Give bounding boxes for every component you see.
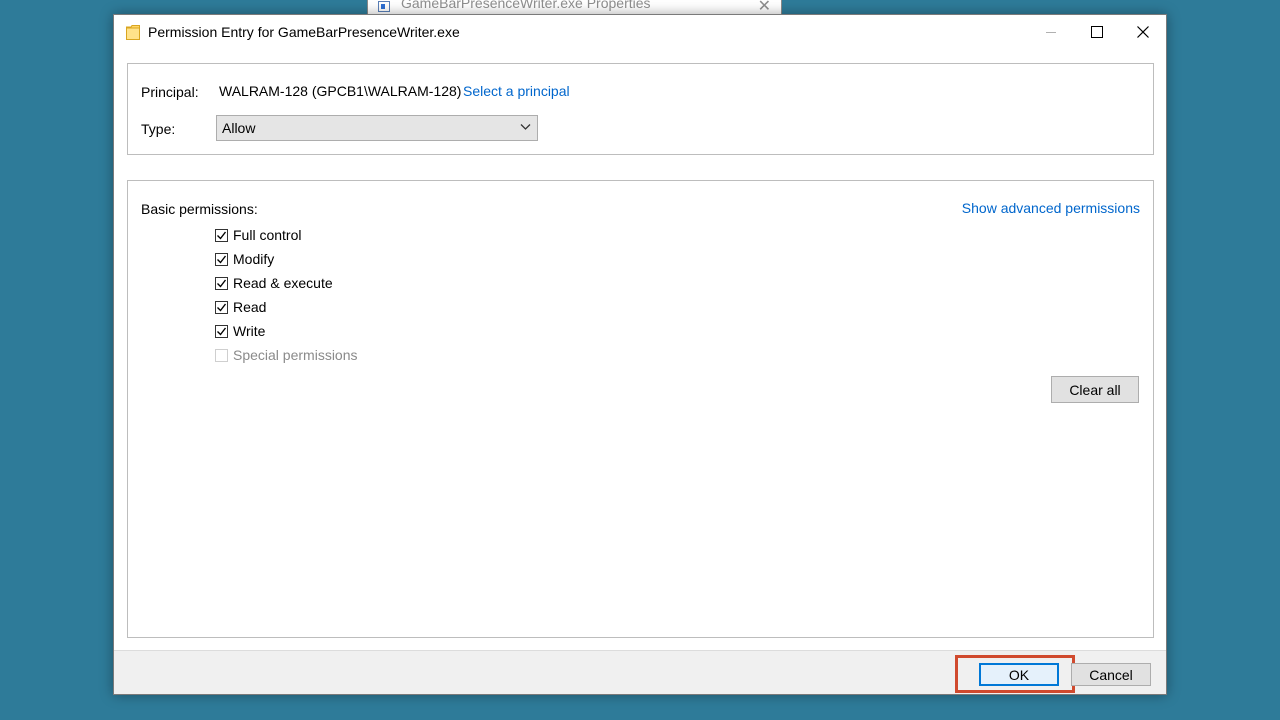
properties-window-icon [378,1,390,12]
checkmark-icon [217,303,227,312]
clear-all-button[interactable]: Clear all [1051,376,1139,403]
checkbox[interactable] [215,300,228,314]
folder-icon [126,25,140,40]
dialog-footer: OK Cancel [114,650,1166,694]
select-principal-link[interactable]: Select a principal [463,83,570,99]
dialog-title: Permission Entry for GameBarPresenceWrit… [148,24,460,40]
title-bar[interactable]: Permission Entry for GameBarPresenceWrit… [114,15,1166,49]
principal-group: Principal: WALRAM-128 (GPCB1\WALRAM-128)… [127,63,1154,155]
permission-entry-dialog: Permission Entry for GameBarPresenceWrit… [113,14,1167,695]
checkbox-disabled [215,348,228,362]
content-area: Principal: WALRAM-128 (GPCB1\WALRAM-128)… [114,49,1166,650]
principal-value: WALRAM-128 (GPCB1\WALRAM-128) [219,83,462,99]
ok-button[interactable]: OK [979,663,1059,686]
checkmark-icon [217,255,227,264]
type-selected-value: Allow [222,120,256,136]
permissions-group: Basic permissions: Show advanced permiss… [127,180,1154,638]
permission-full-control[interactable]: Full control [215,226,301,244]
permission-modify[interactable]: Modify [215,250,274,268]
checkbox[interactable] [215,252,228,266]
type-label: Type: [141,121,176,137]
minimize-icon [1046,31,1056,33]
maximize-icon [1091,26,1103,38]
chevron-down-icon [520,124,531,130]
permission-label: Full control [233,227,302,243]
type-dropdown[interactable]: Allow [216,115,538,141]
cancel-button[interactable]: Cancel [1071,663,1151,686]
minimize-button [1028,15,1074,49]
permission-read-execute[interactable]: Read & execute [215,274,333,292]
checkbox[interactable] [215,324,228,338]
principal-label: Principal: [141,84,199,100]
checkbox[interactable] [215,276,228,290]
permission-label: Special permissions [233,347,358,363]
close-button[interactable] [1120,15,1166,49]
background-window-title: GameBarPresenceWriter.exe Properties [401,0,651,11]
maximize-button[interactable] [1074,15,1120,49]
permission-write[interactable]: Write [215,322,265,340]
checkmark-icon [217,279,227,288]
checkbox[interactable] [215,228,228,242]
close-icon [1137,26,1149,38]
checkmark-icon [217,231,227,240]
permission-label: Write [233,323,266,339]
permission-read[interactable]: Read [215,298,266,316]
permission-label: Read & execute [233,275,333,291]
permission-label: Read [233,299,267,315]
show-advanced-permissions-link[interactable]: Show advanced permissions [962,200,1140,216]
checkmark-icon [217,327,227,336]
permission-label: Modify [233,251,275,267]
permission-special: Special permissions [215,346,358,364]
basic-permissions-heading: Basic permissions: [141,201,258,217]
